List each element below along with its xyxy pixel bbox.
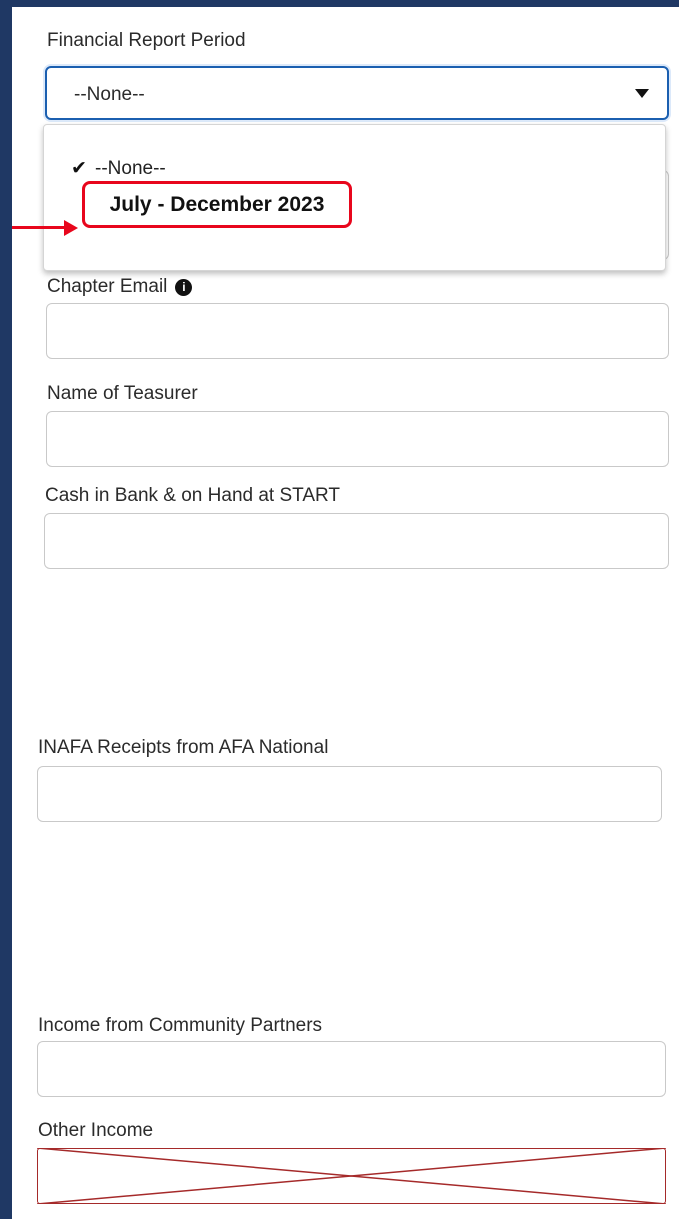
- report-period-select[interactable]: --None--: [45, 66, 669, 120]
- chapter-email-input[interactable]: [46, 303, 669, 359]
- report-period-listbox: ✔ --None-- July - December 2023: [43, 124, 666, 271]
- checkmark-icon: ✔: [71, 158, 87, 179]
- other-income-label: Other Income: [38, 1120, 154, 1141]
- chapter-email-label-text: Chapter Email: [47, 276, 168, 297]
- community-income-label: Income from Community Partners: [38, 1015, 323, 1036]
- cash-start-input[interactable]: [44, 513, 669, 569]
- option-none-label: --None--: [95, 158, 166, 179]
- report-period-label: Financial Report Period: [47, 30, 246, 51]
- inafa-receipts-label: INAFA Receipts from AFA National: [38, 737, 329, 758]
- broken-image-cross-icon: [37, 1148, 666, 1204]
- caret-down-icon: [635, 89, 649, 98]
- community-income-input[interactable]: [37, 1041, 666, 1097]
- info-icon[interactable]: i: [175, 279, 193, 296]
- chapter-email-label: Chapter Email i: [47, 276, 193, 298]
- option-july-december-2023[interactable]: July - December 2023: [82, 181, 352, 228]
- cash-start-label: Cash in Bank & on Hand at START: [45, 485, 341, 506]
- annotation-arrow-head-icon: [64, 220, 78, 236]
- treasurer-label: Name of Teasurer: [47, 383, 198, 404]
- inafa-receipts-input[interactable]: [37, 766, 662, 822]
- option-none[interactable]: ✔ --None--: [71, 157, 166, 180]
- annotation-arrow-line: [12, 226, 65, 229]
- treasurer-input[interactable]: [46, 411, 669, 467]
- report-period-value: --None--: [74, 84, 145, 105]
